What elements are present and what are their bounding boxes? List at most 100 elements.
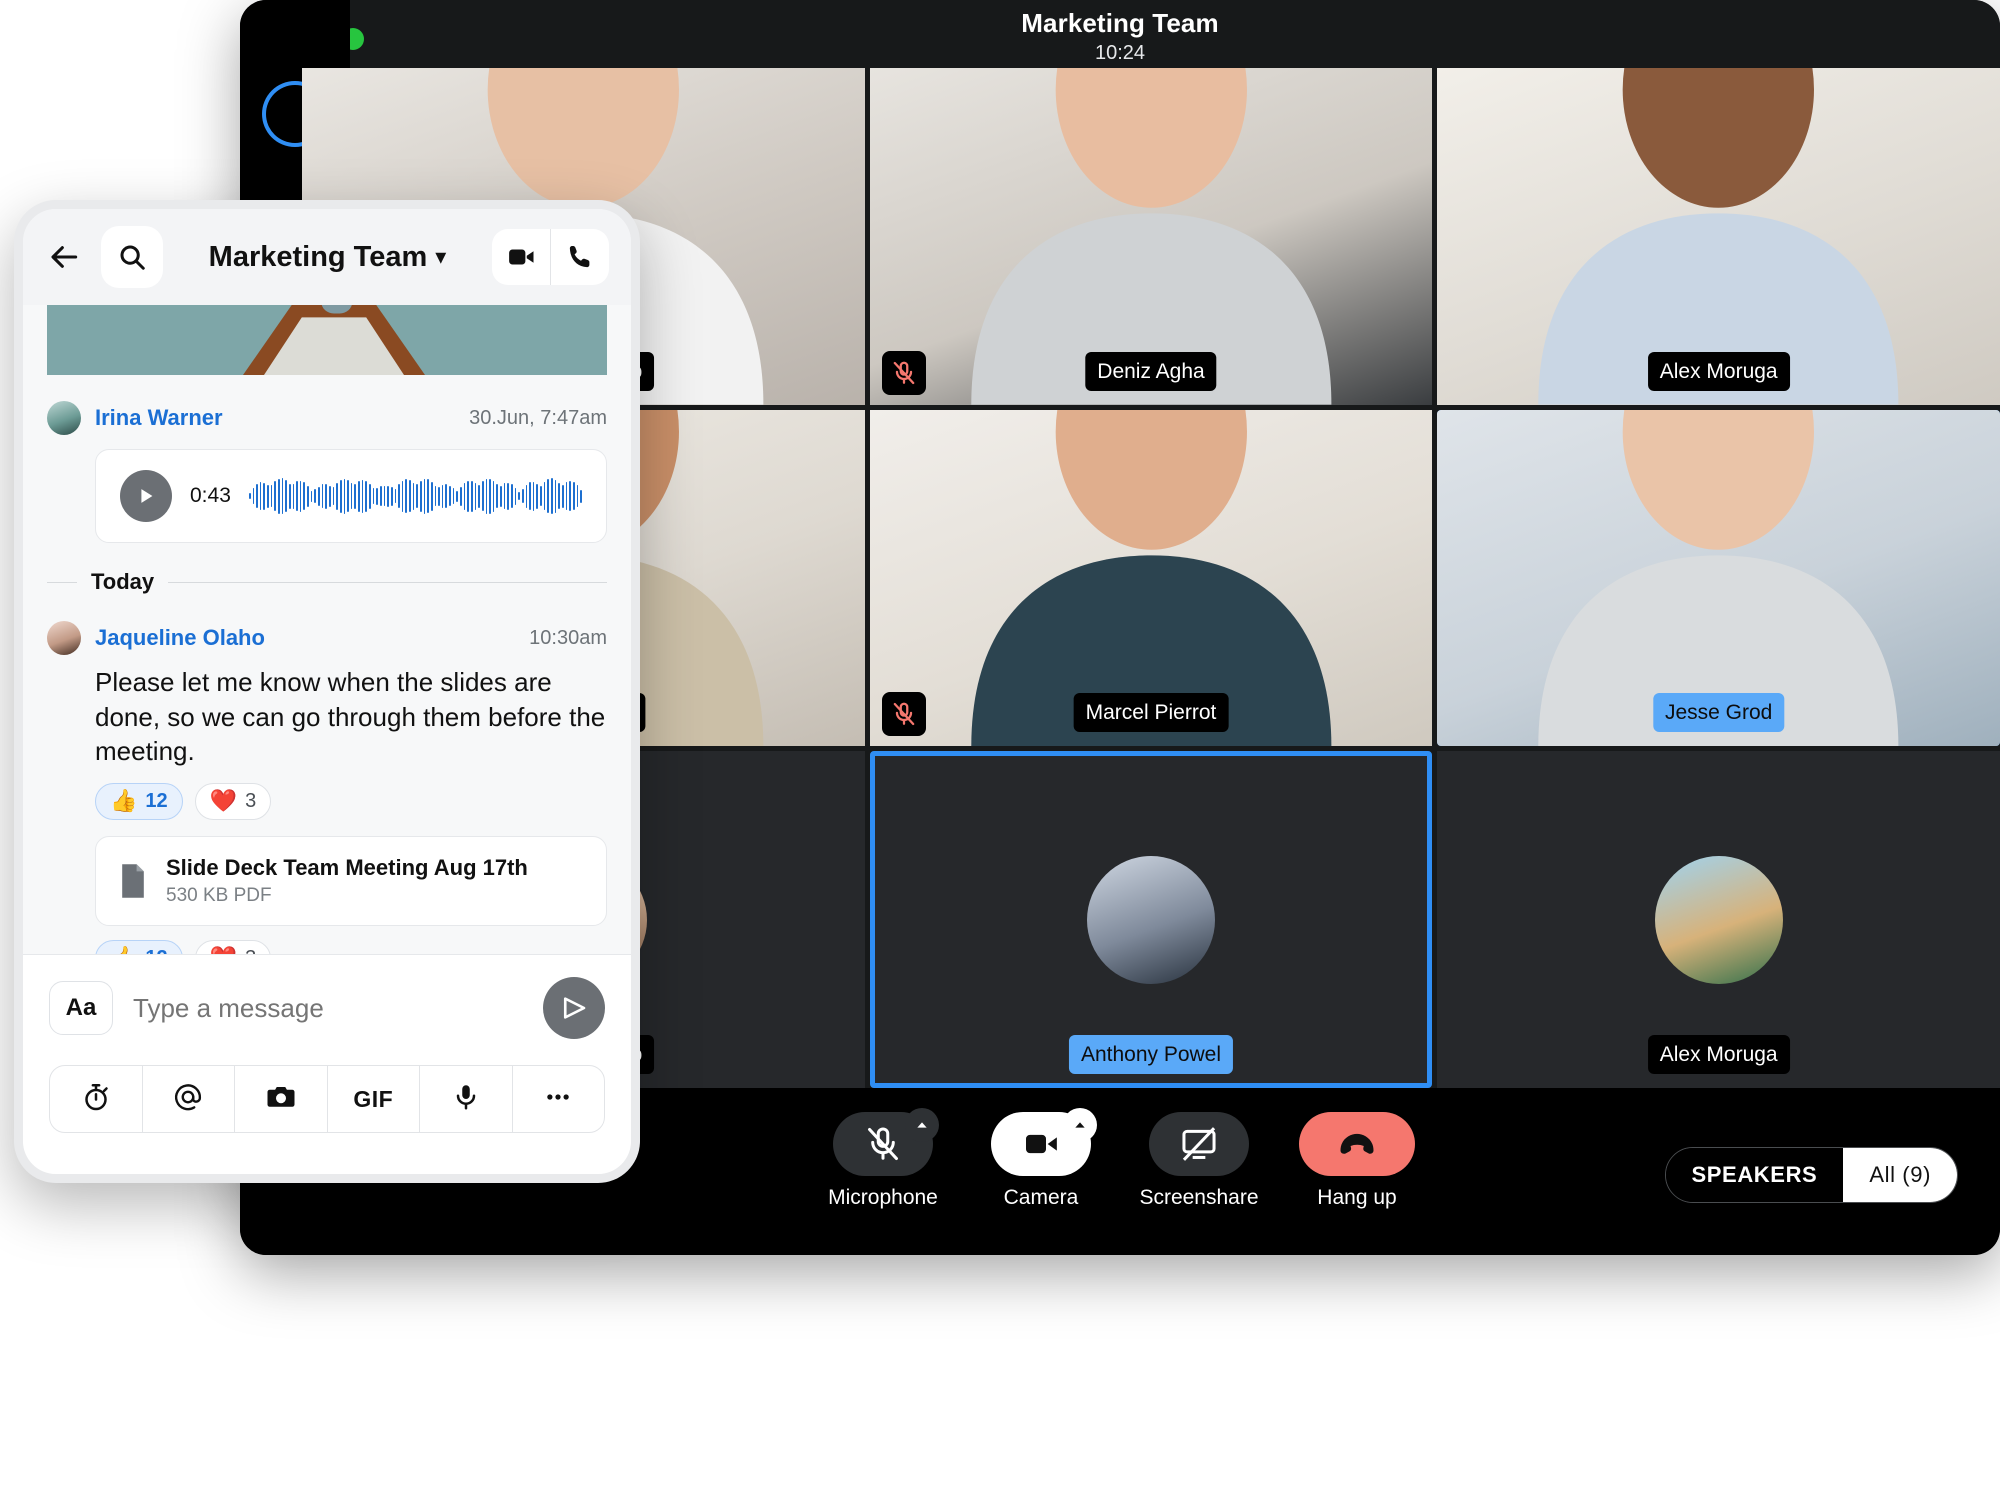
chevron-down-icon: ▾ — [435, 244, 447, 269]
video-camera-icon — [509, 249, 534, 265]
message-input[interactable] — [131, 991, 525, 1025]
message-time: 30.Jun, 7:47am — [469, 406, 607, 429]
control-camera[interactable]: Camera — [981, 1108, 1101, 1210]
timer-icon — [81, 1082, 111, 1117]
reaction-count: 3 — [245, 789, 257, 812]
control-hang-up[interactable]: Hang up — [1297, 1112, 1417, 1210]
start-audio-call-button[interactable] — [550, 229, 609, 285]
microphone-muted-icon — [881, 350, 926, 395]
send-icon — [563, 997, 586, 1019]
composer-tool-more[interactable] — [511, 1066, 605, 1132]
image-attachment[interactable] — [47, 305, 607, 375]
reaction-list: 👍 12 ❤️ 3 — [95, 939, 607, 954]
reaction-list: 👍 12 ❤️ 3 — [95, 782, 607, 820]
participant-name-label: Alex Moruga — [1647, 1034, 1790, 1074]
hangup-icon[interactable] — [1299, 1112, 1415, 1176]
message-author[interactable]: Irina Warner — [95, 405, 455, 431]
control-microphone[interactable]: Microphone — [823, 1108, 943, 1210]
screenshare-off-icon[interactable] — [1149, 1112, 1249, 1176]
reaction-count: 12 — [145, 947, 167, 954]
chat-message: Irina Warner 30.Jun, 7:47am 0:43 — [47, 401, 607, 543]
reaction-heart[interactable]: ❤️ 3 — [194, 782, 272, 820]
chat-header-actions — [492, 229, 609, 285]
more-icon — [543, 1082, 573, 1117]
participant-name-label: Marcel Pierrot — [1073, 693, 1229, 733]
voice-message[interactable]: 0:43 — [95, 449, 607, 543]
composer-row: Aa — [49, 977, 605, 1039]
control-screenshare[interactable]: Screenshare — [1139, 1112, 1259, 1210]
reaction-thumbs-up[interactable]: 👍 12 — [95, 782, 183, 820]
video-tile[interactable]: Deniz Agha — [869, 68, 1433, 405]
reaction-thumbs-up[interactable]: 👍 12 — [95, 939, 183, 954]
call-titlebar: Marketing Team 10:24 — [240, 0, 2000, 72]
view-toggle-all[interactable]: All (9) — [1843, 1148, 1957, 1202]
back-button[interactable] — [45, 237, 85, 277]
search-button[interactable] — [101, 226, 163, 288]
arrow-left-icon — [51, 246, 78, 268]
composer-toolbar: GIF — [49, 1065, 605, 1133]
play-button[interactable] — [120, 470, 172, 522]
file-meta: 530 KB PDF — [166, 884, 272, 906]
chat-header: Marketing Team ▾ — [23, 209, 631, 305]
message-author[interactable]: Jaqueline Olaho — [95, 625, 515, 651]
document-icon — [122, 863, 144, 898]
chat-window: Marketing Team ▾ Irina Warner 30.Jun, 7:… — [14, 200, 640, 1183]
video-tile[interactable]: Alex Moruga — [1437, 68, 2000, 405]
composer-tool-camera[interactable] — [234, 1066, 327, 1132]
message-header: Jaqueline Olaho 10:30am — [47, 621, 607, 655]
composer-tool-timer[interactable] — [50, 1066, 142, 1132]
chat-title[interactable]: Marketing Team ▾ — [179, 241, 476, 274]
thumbs-up-icon: 👍 — [110, 947, 137, 954]
call-title: Marketing Team — [1021, 8, 1219, 38]
start-video-call-button[interactable] — [492, 229, 550, 285]
file-attachment[interactable]: Slide Deck Team Meeting Aug 17th 530 KB … — [95, 835, 607, 926]
reaction-count: 12 — [145, 789, 168, 812]
message-header: Irina Warner 30.Jun, 7:47am — [47, 401, 607, 435]
heart-icon: ❤️ — [210, 947, 237, 954]
view-toggle-speakers[interactable]: SPEAKERS — [1665, 1148, 1844, 1202]
message-time: 10:30am — [529, 626, 607, 649]
canoe-photo — [47, 305, 607, 375]
participant-avatar — [1654, 855, 1783, 984]
format-text-button[interactable]: Aa — [49, 981, 113, 1035]
mention-icon — [173, 1082, 203, 1117]
participant-name-label: Deniz Agha — [1085, 351, 1217, 391]
file-name: Slide Deck Team Meeting Aug 17th — [166, 854, 528, 880]
message-body: Please let me know when the slides are d… — [95, 667, 606, 767]
gif-icon: GIF — [353, 1085, 394, 1112]
thumbs-up-icon: 👍 — [110, 788, 138, 814]
video-tile[interactable]: Anthony Powel — [869, 751, 1433, 1088]
view-mode-toggle[interactable]: SPEAKERS All (9) — [1664, 1147, 1958, 1203]
participant-name-label: Jesse Grod — [1652, 693, 1785, 733]
audio-waveform[interactable] — [248, 473, 582, 519]
date-divider-label: Today — [91, 569, 155, 594]
composer-tool-microphone[interactable] — [419, 1066, 512, 1132]
video-tile[interactable]: Marcel Pierrot — [869, 409, 1433, 747]
microphone-muted-icon — [881, 692, 926, 737]
caret-up-icon[interactable] — [1063, 1108, 1097, 1142]
participant-avatar — [1086, 855, 1215, 984]
microphone-icon — [451, 1082, 481, 1117]
phone-icon — [569, 246, 590, 268]
chat-title-text: Marketing Team — [208, 240, 428, 273]
message-composer: Aa GIF — [23, 954, 631, 1174]
audio-duration: 0:43 — [190, 484, 231, 507]
chat-message-list[interactable]: Irina Warner 30.Jun, 7:47am 0:43 Today J… — [23, 305, 631, 954]
microphone-off-icon[interactable] — [833, 1108, 939, 1176]
call-elapsed-time: 10:24 — [1094, 42, 1146, 64]
heart-icon: ❤️ — [209, 788, 238, 814]
avatar[interactable] — [47, 621, 81, 655]
caret-up-icon[interactable] — [905, 1108, 939, 1142]
avatar[interactable] — [47, 401, 81, 435]
video-tile[interactable]: Alex Moruga — [1437, 751, 2000, 1088]
composer-tool-mention[interactable] — [141, 1066, 235, 1132]
composer-tool-gif[interactable]: GIF — [326, 1066, 420, 1132]
camera-icon[interactable] — [991, 1108, 1097, 1176]
participant-name-label: Anthony Powel — [1068, 1034, 1234, 1074]
send-button[interactable] — [543, 977, 605, 1039]
search-icon — [120, 245, 145, 270]
video-tile[interactable]: Jesse Grod — [1437, 409, 2000, 747]
reaction-heart[interactable]: ❤️ 3 — [194, 939, 272, 954]
file-message: Slide Deck Team Meeting Aug 17th 530 KB … — [47, 835, 607, 954]
control-label: Screenshare — [1139, 1186, 1259, 1209]
